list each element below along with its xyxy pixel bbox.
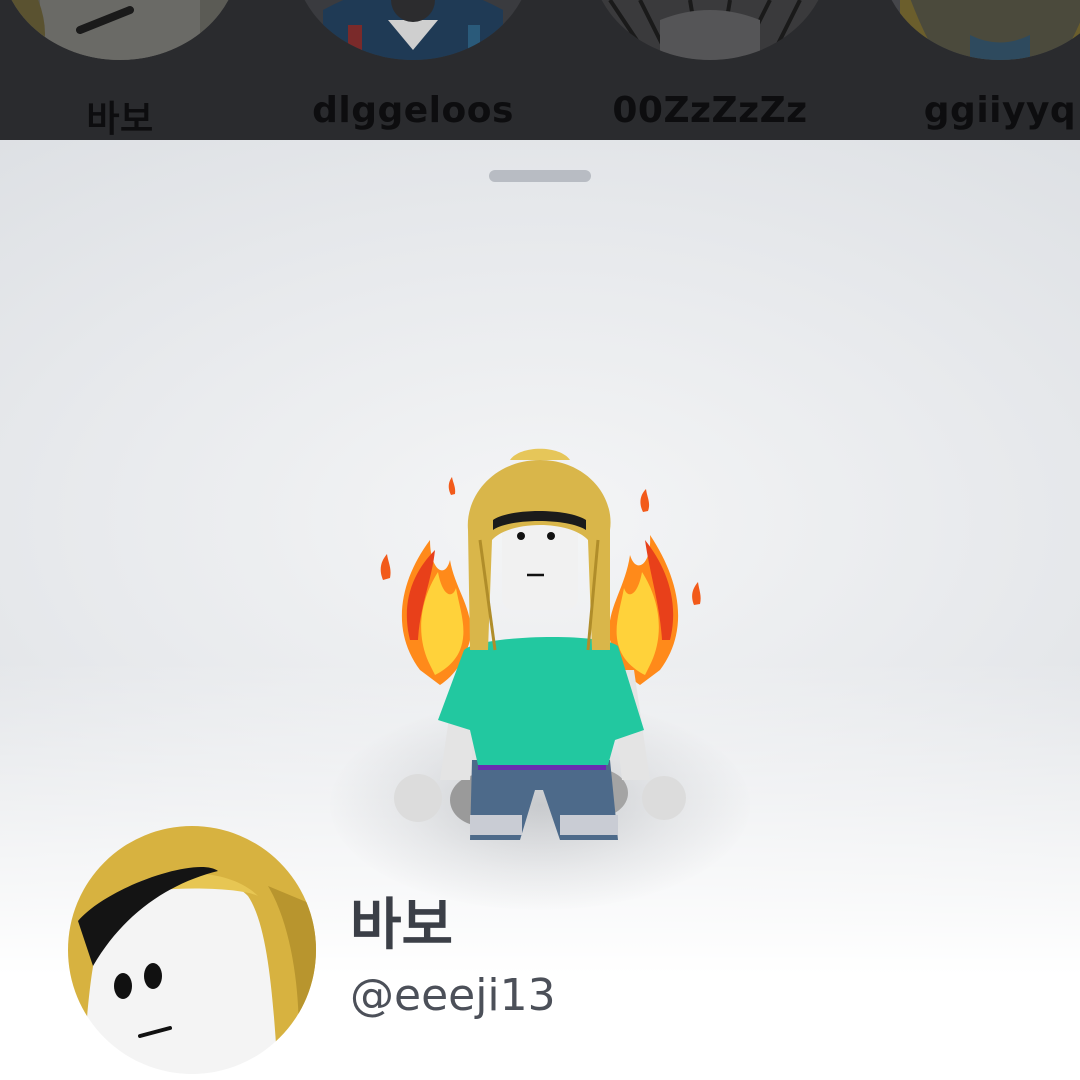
friend-name: 00ZzZzZz <box>612 90 808 131</box>
friend-avatar[interactable] <box>880 0 1080 60</box>
friend-item[interactable]: ggiiyyq <box>880 0 1080 140</box>
friend-avatar[interactable] <box>590 0 830 60</box>
friend-item[interactable]: dlggeloos <box>293 0 533 140</box>
friend-item[interactable]: 바보 <box>0 0 240 140</box>
friend-name: 바보 <box>86 99 154 140</box>
friend-avatar[interactable] <box>0 0 240 60</box>
friend-item[interactable]: 00ZzZzZz <box>590 0 830 140</box>
profile-username: @eeeji13 <box>350 970 556 1021</box>
drag-handle[interactable] <box>489 170 591 182</box>
avatar-3d-view[interactable] <box>360 310 720 870</box>
friend-avatar[interactable] <box>293 0 533 60</box>
friends-carousel: 바보 dlggeloos 00ZzZzZz ggiiyyq <box>0 0 1080 140</box>
profile-avatar[interactable] <box>68 826 316 1074</box>
friend-name: ggiiyyq <box>923 90 1077 131</box>
friend-name: dlggeloos <box>312 90 514 131</box>
profile-display-name: 바보 <box>350 893 454 958</box>
